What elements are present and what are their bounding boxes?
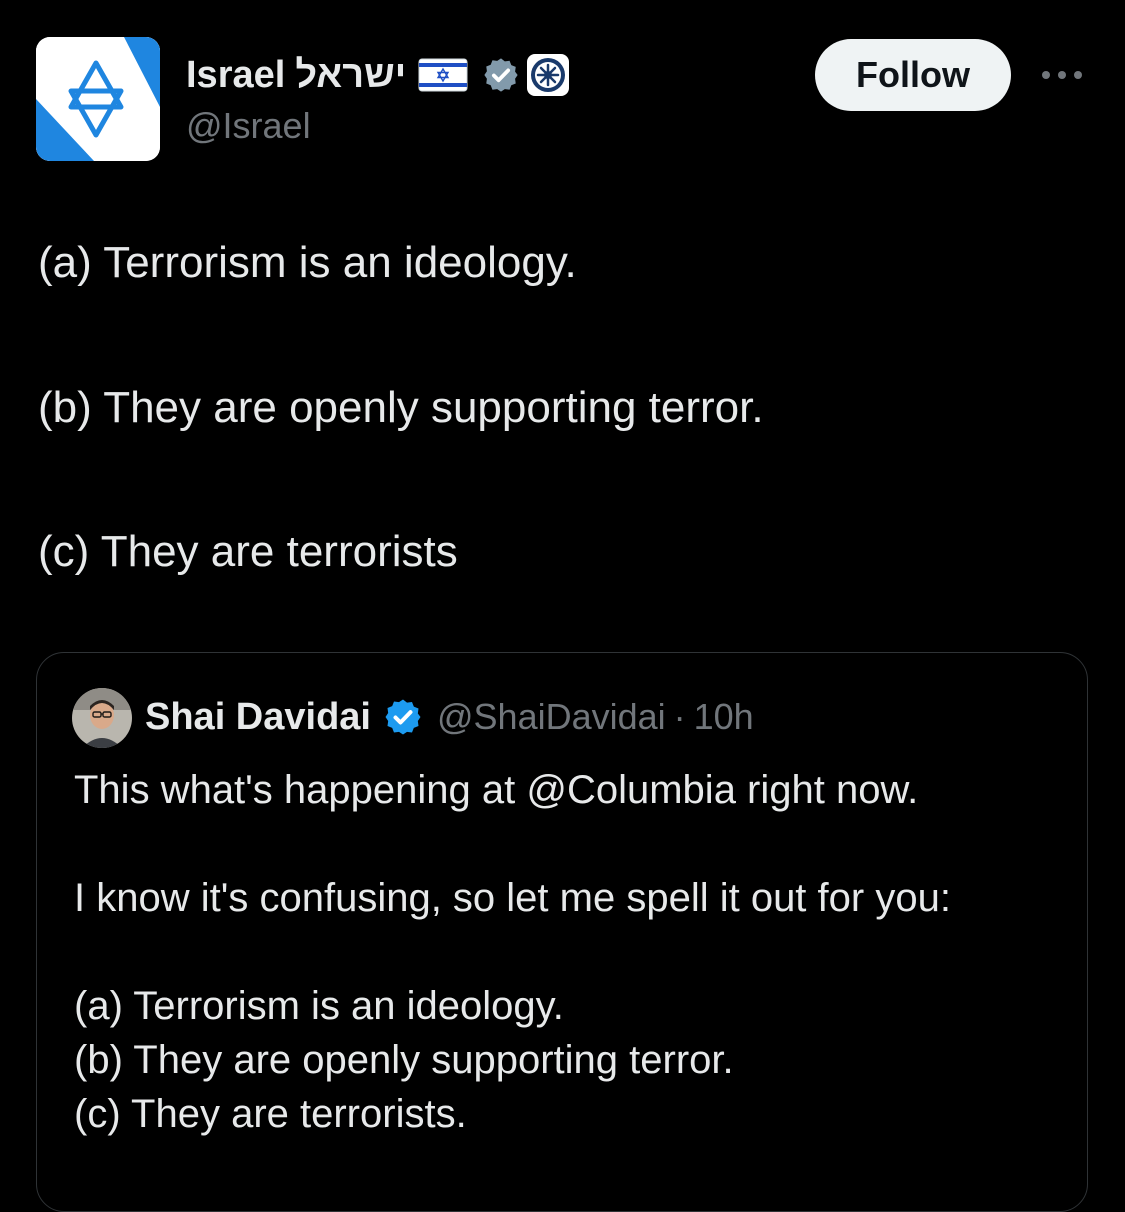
quoted-post-text-line: (b) They are openly supporting terror. bbox=[74, 1038, 734, 1082]
quoted-post-card[interactable]: Shai Davidai @ShaiDavidai · 10h This wha… bbox=[36, 652, 1088, 1212]
gray-verified-checkmark-icon[interactable] bbox=[482, 56, 520, 94]
quoted-post-text-line: I know it's confusing, so let me spell i… bbox=[74, 876, 951, 920]
quoted-post-text-line: This what's happening at @Columbia right… bbox=[74, 768, 919, 812]
quoted-post-timestamp[interactable]: 10h bbox=[694, 699, 754, 735]
author-display-name[interactable]: Israel bbox=[186, 56, 285, 94]
author-hebrew-name[interactable]: ישראל bbox=[295, 56, 406, 94]
quoted-post-text-line: (c) They are terrorists. bbox=[74, 1092, 467, 1136]
author-name-row: Israel ישראל bbox=[186, 50, 570, 100]
quoted-post-text-line: (a) Terrorism is an ideology. bbox=[74, 984, 564, 1028]
israel-flag-avatar-icon bbox=[36, 37, 160, 161]
author-handle[interactable]: @Israel bbox=[186, 104, 311, 148]
israel-flag-icon bbox=[418, 58, 468, 92]
quoted-author-handle[interactable]: @ShaiDavidai bbox=[437, 699, 666, 735]
quoted-author-display-name[interactable]: Shai Davidai bbox=[145, 698, 371, 736]
post-text-line: (a) Terrorism is an ideology. bbox=[38, 238, 577, 287]
quoted-post-header: Shai Davidai @ShaiDavidai · 10h bbox=[145, 693, 754, 741]
author-avatar[interactable] bbox=[36, 37, 160, 161]
blue-verified-checkmark-icon[interactable] bbox=[383, 697, 423, 737]
post-text-line: (b) They are openly supporting terror. bbox=[38, 383, 764, 432]
separator-dot: · bbox=[673, 696, 686, 737]
more-options-icon[interactable] bbox=[1040, 66, 1084, 84]
follow-button[interactable]: Follow bbox=[815, 39, 1011, 111]
government-emblem-icon[interactable] bbox=[526, 53, 570, 97]
post-text-line: (c) They are terrorists bbox=[38, 527, 458, 576]
quoted-author-avatar[interactable] bbox=[72, 688, 132, 748]
